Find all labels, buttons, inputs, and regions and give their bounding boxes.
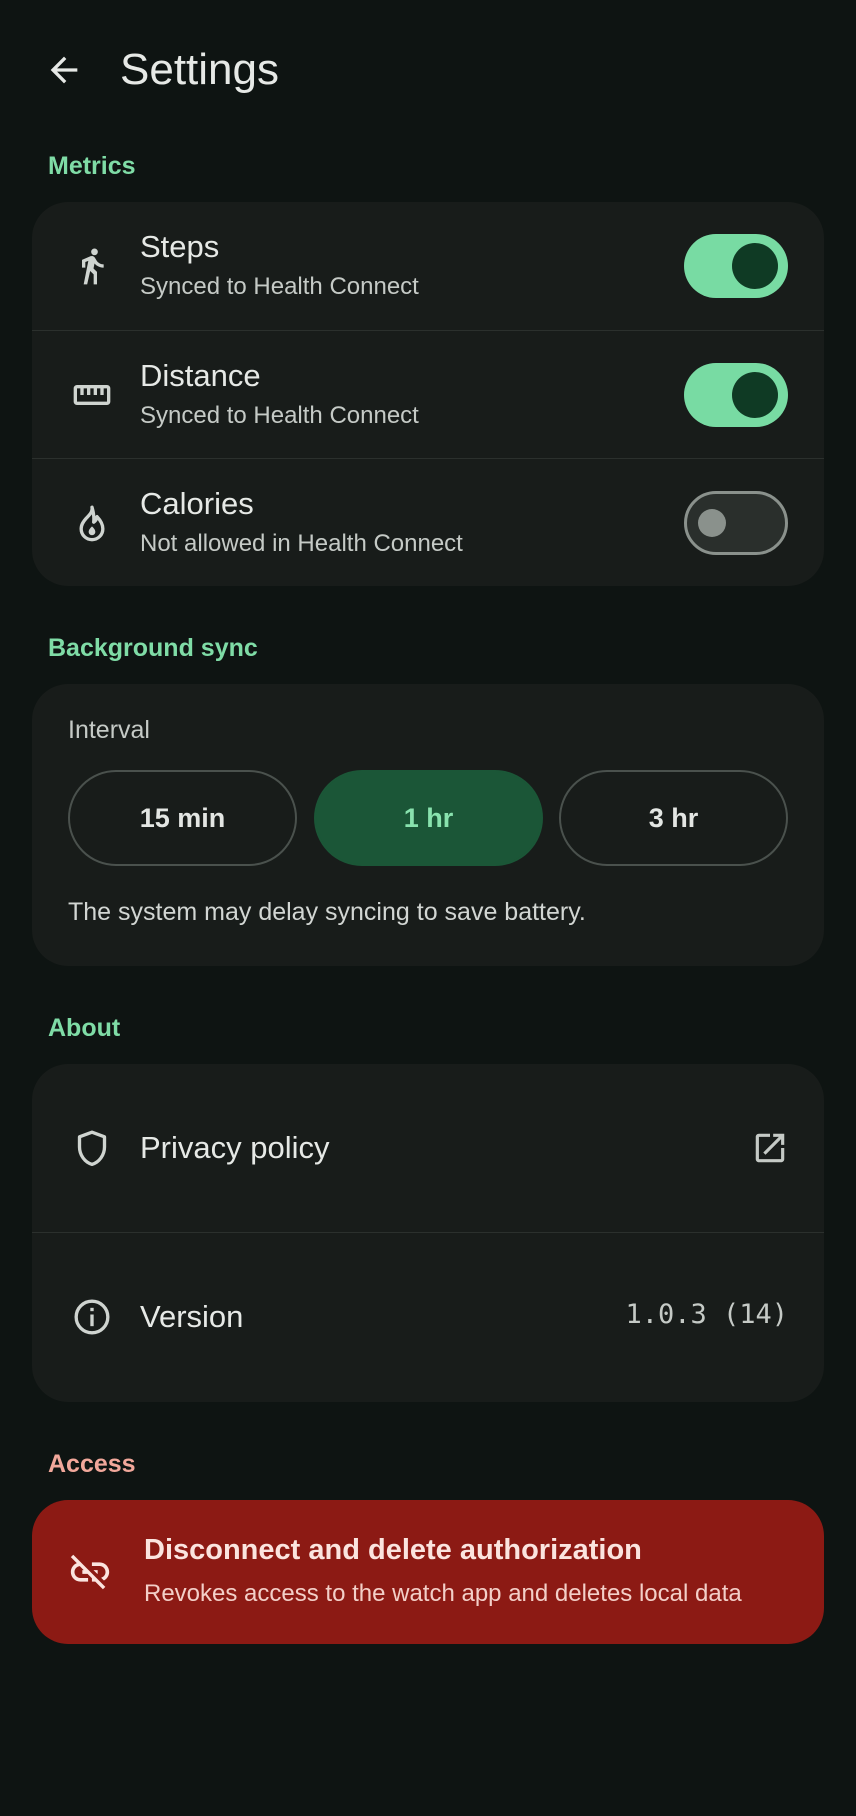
disconnect-subtitle: Revokes access to the watch app and dele…	[144, 1580, 742, 1607]
version-row: Version 1.0.3 (14)	[32, 1232, 824, 1402]
back-button[interactable]	[36, 42, 92, 98]
walk-icon	[70, 244, 114, 288]
metric-row-steps[interactable]: Steps Synced to Health Connect	[32, 202, 824, 330]
link-off-icon	[66, 1548, 114, 1596]
interval-label: Interval	[68, 716, 150, 744]
section-label-background-sync: Background sync	[48, 634, 258, 662]
disconnect-button[interactable]: Disconnect and delete authorization Revo…	[32, 1500, 824, 1644]
section-label-metrics: Metrics	[48, 152, 136, 180]
interval-option-15-min[interactable]: 15 min	[68, 770, 297, 866]
metrics-card: Steps Synced to Health Connect Distance …	[32, 202, 824, 586]
toggle-knob	[698, 509, 726, 537]
toggle-knob	[732, 243, 778, 289]
calories-toggle[interactable]	[684, 491, 788, 555]
metric-subtitle: Not allowed in Health Connect	[140, 530, 463, 557]
metric-row-distance[interactable]: Distance Synced to Health Connect	[32, 330, 824, 458]
section-label-about: About	[48, 1014, 121, 1042]
info-icon	[70, 1295, 114, 1339]
version-label: Version	[140, 1299, 244, 1334]
sync-note: The system may delay syncing to save bat…	[68, 898, 586, 926]
version-value: 1.0.3 (14)	[625, 1299, 788, 1330]
distance-toggle[interactable]	[684, 363, 788, 427]
top-app-bar: Settings	[0, 0, 856, 140]
settings-screen: Settings Metrics Steps Synced to Health …	[0, 0, 856, 1816]
interval-option-1-hr[interactable]: 1 hr	[314, 770, 543, 866]
metric-row-calories[interactable]: Calories Not allowed in Health Connect	[32, 458, 824, 586]
shield-icon	[70, 1126, 114, 1170]
privacy-policy-row[interactable]: Privacy policy	[32, 1064, 824, 1234]
metric-subtitle: Synced to Health Connect	[140, 273, 419, 300]
metric-title: Steps	[140, 229, 220, 264]
flame-icon	[70, 501, 114, 545]
ruler-icon	[70, 373, 114, 417]
metric-title: Calories	[140, 486, 254, 521]
metric-title: Distance	[140, 358, 261, 393]
background-sync-card: Interval 15 min 1 hr 3 hr The system may…	[32, 684, 824, 966]
open-in-new-icon	[750, 1128, 790, 1168]
toggle-knob	[732, 372, 778, 418]
steps-toggle[interactable]	[684, 234, 788, 298]
interval-option-3-hr[interactable]: 3 hr	[559, 770, 788, 866]
metric-subtitle: Synced to Health Connect	[140, 402, 419, 429]
section-label-access: Access	[48, 1450, 136, 1478]
page-title: Settings	[120, 45, 279, 94]
about-card: Privacy policy Version 1.0.3 (14)	[32, 1064, 824, 1402]
disconnect-title: Disconnect and delete authorization	[144, 1534, 642, 1566]
privacy-policy-label: Privacy policy	[140, 1130, 330, 1165]
arrow-back-icon	[50, 56, 78, 84]
